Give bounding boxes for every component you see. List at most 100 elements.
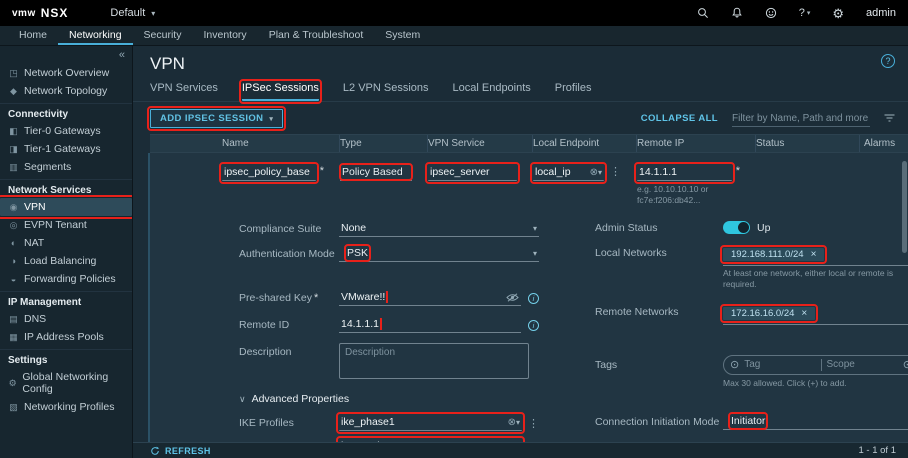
user-menu[interactable]: admin xyxy=(866,7,896,19)
sidebar-item-network-overview[interactable]: ◳ Network Overview xyxy=(0,64,132,82)
add-ipsec-session-button[interactable]: ADD IPSEC SESSION ▾ xyxy=(150,109,283,128)
nav-system[interactable]: System xyxy=(374,26,431,45)
authentication-mode-select[interactable]: PSK ▾ xyxy=(339,246,539,262)
col-type: Type xyxy=(340,135,428,152)
nav-plan-troubleshoot[interactable]: Plan & Troubleshoot xyxy=(258,26,375,45)
ike-profile-menu-icon[interactable]: ⋮ xyxy=(528,417,539,430)
nav-networking[interactable]: Networking xyxy=(58,26,133,45)
admin-status-toggle[interactable] xyxy=(723,221,750,234)
tier0-gateway-icon: ◧ xyxy=(8,126,19,137)
sidebar-item-tier1-gateways[interactable]: ◨ Tier-1 Gateways xyxy=(0,140,132,158)
nav-home[interactable]: Home xyxy=(8,26,58,45)
collapse-all-link[interactable]: COLLAPSE ALL xyxy=(641,113,718,124)
load-balancing-icon: ◑ xyxy=(8,256,19,266)
clear-icon[interactable]: ⊗ xyxy=(508,441,516,442)
remove-chip-icon[interactable]: × xyxy=(801,308,807,319)
info-icon[interactable]: i xyxy=(528,320,539,331)
scope-input[interactable] xyxy=(822,359,903,370)
page-title: VPN xyxy=(150,54,185,74)
networks-hint: At least one network, either local or re… xyxy=(723,268,908,289)
dns-icon: ▤ xyxy=(8,314,19,325)
vmware-logo: vmw xyxy=(12,8,36,19)
session-field-row: ipsec_policy_base * Policy Based ipsec_s… xyxy=(150,153,908,205)
sidebar-item-label: Global Networking Config xyxy=(22,371,124,395)
sidebar-item-tier0-gateways[interactable]: ◧ Tier-0 Gateways xyxy=(0,122,132,140)
nav-inventory[interactable]: Inventory xyxy=(192,26,257,45)
tab-l2-vpn-sessions[interactable]: L2 VPN Sessions xyxy=(343,82,429,101)
sidebar-item-global-networking-config[interactable]: ⚙ Global Networking Config xyxy=(0,368,132,398)
clear-icon[interactable]: ⊗ xyxy=(590,167,598,178)
feedback-smiley-icon[interactable] xyxy=(765,7,777,19)
compliance-suite-select[interactable]: None ▾ xyxy=(339,221,539,237)
nsx-app: vmw NSX Default ▾ ? ▾ ⚙ admin Home xyxy=(0,0,908,458)
sidebar-item-forwarding-policies[interactable]: ◒ Forwarding Policies xyxy=(0,270,132,288)
sidebar-item-evpn-tenant[interactable]: ◎ EVPN Tenant xyxy=(0,216,132,234)
sidebar-item-vpn[interactable]: ◉ VPN xyxy=(0,198,132,216)
sidebar-group-overview: ◳ Network Overview ◆ Network Topology xyxy=(0,62,132,100)
sidebar-item-nat[interactable]: ◐ NAT xyxy=(0,234,132,252)
col-vpn-service: VPN Service xyxy=(428,135,533,152)
ipsec-profile-menu-icon[interactable]: ⋮ xyxy=(528,441,539,442)
sidebar-item-networking-profiles[interactable]: ▧ Networking Profiles xyxy=(0,398,132,416)
scrollbar[interactable] xyxy=(902,161,907,253)
top-bar: vmw NSX Default ▾ ? ▾ ⚙ admin xyxy=(0,0,908,26)
grid-footer: REFRESH 1 - 1 of 1 xyxy=(133,442,908,458)
main-content: VPN ? VPN Services IPSec Sessions L2 VPN… xyxy=(133,46,908,458)
pre-shared-key-input[interactable]: VMware!! xyxy=(339,290,521,306)
session-type-select[interactable]: Policy Based xyxy=(340,165,412,181)
project-switcher[interactable]: Default ▾ xyxy=(110,7,155,19)
tab-vpn-services[interactable]: VPN Services xyxy=(150,82,218,101)
remote-ip-input[interactable]: 14.1.1.1 xyxy=(637,165,732,181)
tab-ipsec-sessions[interactable]: IPSec Sessions xyxy=(242,82,319,101)
sidebar-item-load-balancing[interactable]: ◑ Load Balancing xyxy=(0,252,132,270)
sidebar-collapse-icon[interactable]: « xyxy=(119,49,125,61)
page-help-icon[interactable]: ? xyxy=(881,54,895,68)
vpn-icon: ◉ xyxy=(8,202,19,213)
ike-profile-combobox[interactable]: ike_phase1 ⊗ ▾ xyxy=(339,415,522,431)
local-networks-input[interactable]: 192.168.111.0/24 × xyxy=(723,247,908,266)
show-password-eye-icon[interactable] xyxy=(506,293,519,302)
sidebar-item-ip-address-pools[interactable]: ▦ IP Address Pools xyxy=(0,328,132,346)
sidebar-group-network-services: Network Services ◉ VPN ◎ EVPN Tenant ◐ N… xyxy=(0,179,132,288)
sidebar-group-settings: Settings ⚙ Global Networking Config ▧ Ne… xyxy=(0,349,132,416)
sidebar-section-network-services: Network Services xyxy=(0,182,132,198)
local-endpoint-menu-icon[interactable]: ⋮ xyxy=(610,165,621,178)
sidebar-item-label: Network Topology xyxy=(24,85,107,97)
vpn-tabs: VPN Services IPSec Sessions L2 VPN Sessi… xyxy=(133,76,908,102)
nav-security[interactable]: Security xyxy=(133,26,193,45)
connection-initiation-mode-select[interactable]: Initiator ▾ xyxy=(723,414,908,430)
help-menu[interactable]: ? ▾ xyxy=(799,7,811,19)
status-cell xyxy=(756,165,860,205)
description-textarea[interactable] xyxy=(339,343,529,379)
tab-profiles[interactable]: Profiles xyxy=(555,82,592,101)
filter-input[interactable] xyxy=(732,111,870,127)
notifications-bell-icon[interactable] xyxy=(731,7,743,19)
remote-id-input[interactable]: 14.1.1.1 xyxy=(339,317,521,333)
clear-icon[interactable]: ⊗ xyxy=(508,417,516,428)
refresh-button[interactable]: REFRESH xyxy=(150,446,211,456)
ipsec-profile-combobox[interactable]: ipsec_phase2 ⊗ ▾ xyxy=(339,439,522,442)
session-name-input[interactable]: ipsec_policy_base xyxy=(222,165,316,181)
search-icon[interactable] xyxy=(697,7,709,19)
add-button-label: ADD IPSEC SESSION xyxy=(160,113,263,124)
sidebar-item-dns[interactable]: ▤ DNS xyxy=(0,310,132,328)
remote-networks-input[interactable]: 172.16.16.0/24 × xyxy=(723,306,908,325)
settings-gear-icon[interactable]: ⚙ xyxy=(832,7,844,20)
advanced-properties-toggle[interactable]: ∨ Advanced Properties xyxy=(239,393,539,405)
tab-local-endpoints[interactable]: Local Endpoints xyxy=(453,82,531,101)
evpn-tenant-icon: ◎ xyxy=(8,220,19,231)
segments-icon: ▥ xyxy=(8,162,19,173)
local-endpoint-combobox[interactable]: local_ip ⊗ ▾ xyxy=(533,165,604,181)
networking-profiles-icon: ▧ xyxy=(8,402,19,413)
sidebar-item-network-topology[interactable]: ◆ Network Topology xyxy=(0,82,132,100)
sidebar-item-label: Tier-1 Gateways xyxy=(24,143,101,155)
filter-funnel-icon[interactable] xyxy=(884,114,895,123)
sidebar-section-settings: Settings xyxy=(0,352,132,368)
sidebar-item-segments[interactable]: ▥ Segments xyxy=(0,158,132,176)
info-icon[interactable]: i xyxy=(528,293,539,304)
tag-input[interactable] xyxy=(739,359,820,370)
vpn-service-combobox[interactable]: ipsec_server xyxy=(428,165,517,181)
chevron-down-icon: ▾ xyxy=(533,249,537,258)
admin-status-label: Admin Status xyxy=(595,222,723,234)
remove-chip-icon[interactable]: × xyxy=(811,249,817,260)
